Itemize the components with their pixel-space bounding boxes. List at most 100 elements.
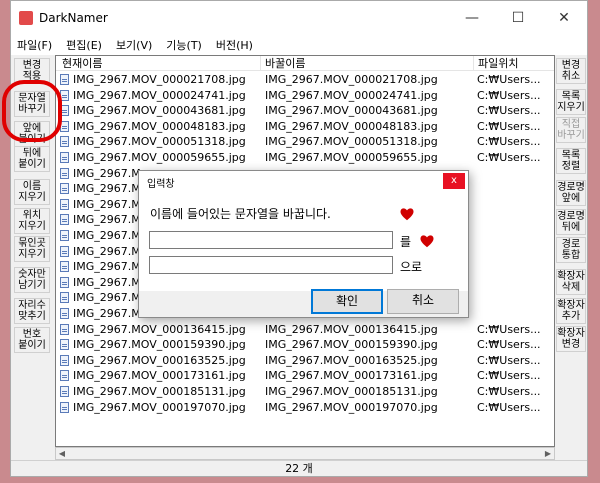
cell-new-name: IMG_2967.MOV_000043681.jpg xyxy=(265,104,438,118)
cell-current-name: IMG_2967.MOV_000059655.jpg xyxy=(60,150,260,165)
table-row[interactable]: IMG_2967.MOV_000163525.jpg IMG_2967.MOV_0… xyxy=(56,353,554,369)
cell-path: C:₩Users... xyxy=(477,104,541,118)
cell-current-name: IMG_2967.MOV_000197070.jpg xyxy=(60,400,260,415)
file-icon xyxy=(60,214,69,226)
left-tool-panel: 변경 적용문자열 바꾸기앞에 붙이기 뒤에 붙이기이름 지우기위치 지우기 묶인곳 … xyxy=(11,55,53,447)
cell-path: C:₩Users... xyxy=(477,119,541,133)
table-row[interactable]: IMG_2967.MOV_000059655.jpg IMG_2967.MOV_0… xyxy=(56,150,554,166)
current-name-text: IMG_2967.MOV_000163525.jpg xyxy=(73,353,246,367)
menu-version[interactable]: 버전(H) xyxy=(216,37,253,53)
current-name-text: IMG_2967.MOV_000136415.jpg xyxy=(73,322,246,336)
left-button-4[interactable]: 이름 지우기 xyxy=(14,179,50,205)
right-button-6[interactable]: 경로 통합 xyxy=(556,237,586,263)
title-bar[interactable]: DarkNamer — ☐ ✕ xyxy=(11,1,587,35)
file-icon xyxy=(60,292,69,304)
current-name-text: IMG_2967.M xyxy=(73,166,141,180)
table-row[interactable]: IMG_2967.MOV_000173161.jpg IMG_2967.MOV_0… xyxy=(56,368,554,384)
cell-path: C:₩Users... xyxy=(477,73,541,86)
current-name-text: IMG_2967.M xyxy=(73,275,141,289)
right-button-0[interactable]: 변경 취소 xyxy=(556,58,586,84)
dialog-close-button[interactable]: x xyxy=(443,173,465,189)
file-icon xyxy=(60,230,69,241)
table-row[interactable]: IMG_2967.MOV_000021708.jpg IMG_2967.MOV_0… xyxy=(56,72,554,88)
find-text-input[interactable] xyxy=(149,231,393,249)
right-button-3[interactable]: 목록 정렬 xyxy=(556,148,586,174)
list-header: 현재이름 바꿀이름 파일위치 xyxy=(56,56,554,71)
left-button-1[interactable]: 문자열 바꾸기 xyxy=(14,91,50,117)
table-row[interactable]: IMG_2967.MOV_000043681.jpg IMG_2967.MOV_0… xyxy=(56,103,554,119)
cell-new-name: IMG_2967.MOV_000059655.jpg xyxy=(265,151,438,164)
app-icon xyxy=(19,11,33,25)
current-name-text: IMG_2967.MOV_000197070.jpg xyxy=(73,400,246,414)
column-header-path[interactable]: 파일위치 xyxy=(474,56,554,71)
ok-button[interactable]: 확인 xyxy=(311,289,383,314)
left-button-7[interactable]: 숫자만 남기기 xyxy=(14,267,50,293)
right-tool-panel: 변경 취소목록 지우기 직접 바꾸기목록 정렬경로명 앞에경로명 뒤에 경로 통합확… xyxy=(556,55,588,447)
input-dialog: 입력창 x 이름에 들어있는 문자열을 바꿉니다. 를 으로 확인 취소 xyxy=(138,170,469,318)
cell-current-name: IMG_2967.MOV_000051318.jpg xyxy=(60,134,260,149)
table-row[interactable]: IMG_2967.MOV_000197070.jpg IMG_2967.MOV_0… xyxy=(56,400,554,416)
menu-view[interactable]: 보기(V) xyxy=(116,37,152,53)
dialog-body: 이름에 들어있는 문자열을 바꿉니다. 를 으로 xyxy=(139,191,468,291)
cancel-button[interactable]: 취소 xyxy=(387,289,459,314)
column-header-current[interactable]: 현재이름 xyxy=(56,56,261,71)
table-row[interactable]: IMG_2967.MOV_000051318.jpg IMG_2967.MOV_0… xyxy=(56,134,554,150)
dialog-title-bar[interactable]: 입력창 x xyxy=(139,171,468,191)
current-name-text: IMG_2967.MOV_000173161.jpg xyxy=(73,369,246,383)
right-button-7[interactable]: 확장자 삭제 xyxy=(556,269,586,295)
file-icon xyxy=(60,167,69,179)
cell-path: C:₩Users... xyxy=(477,88,541,102)
cell-current-name: IMG_2967.MOV_000021708.jpg xyxy=(60,72,260,87)
file-icon xyxy=(60,120,69,132)
left-button-5[interactable]: 위치 지우기 xyxy=(14,208,50,234)
menu-file[interactable]: 파일(F) xyxy=(17,37,52,53)
right-button-2[interactable]: 직접 바꾸기 xyxy=(556,117,586,143)
cell-new-name: IMG_2967.MOV_000159390.jpg xyxy=(265,338,438,352)
left-button-8[interactable]: 자리수 맞추기 xyxy=(14,298,50,324)
replace-text-input[interactable] xyxy=(149,256,393,274)
table-row[interactable]: IMG_2967.MOV_000048183.jpg IMG_2967.MOV_0… xyxy=(56,119,554,135)
horizontal-scrollbar[interactable]: ◀ ▶ xyxy=(55,447,555,460)
cell-new-name: IMG_2967.MOV_000173161.jpg xyxy=(265,369,438,383)
scroll-right-arrow-icon[interactable]: ▶ xyxy=(543,449,553,459)
cell-new-name: IMG_2967.MOV_000185131.jpg xyxy=(265,385,438,398)
right-button-1[interactable]: 목록 지우기 xyxy=(556,89,586,115)
right-button-4[interactable]: 경로명 앞에 xyxy=(556,180,586,206)
file-icon xyxy=(60,245,69,257)
maximize-button[interactable]: ☐ xyxy=(495,1,541,35)
current-name-text: IMG_2967.MOV_000021708.jpg xyxy=(73,73,246,86)
right-button-8[interactable]: 확장자 추가 xyxy=(556,298,586,324)
replace-suffix-label: 으로 xyxy=(400,260,423,274)
table-row[interactable]: IMG_2967.MOV_000024741.jpg IMG_2967.MOV_0… xyxy=(56,88,554,104)
minimize-button[interactable]: — xyxy=(449,1,495,35)
current-name-text: IMG_2967.MOV_000159390.jpg xyxy=(73,338,246,352)
table-row[interactable]: IMG_2967.MOV_000159390.jpg IMG_2967.MOV_0… xyxy=(56,337,554,353)
right-button-5[interactable]: 경로명 뒤에 xyxy=(556,209,586,235)
left-button-6[interactable]: 묶인곳 지우기 xyxy=(14,236,50,262)
current-name-text: IMG_2967.M xyxy=(73,291,141,305)
file-icon xyxy=(60,105,69,117)
current-name-text: IMG_2967.MOV_000043681.jpg xyxy=(73,104,246,118)
cell-path: C:₩Users... xyxy=(477,338,541,352)
left-button-3[interactable]: 뒤에 붙이기 xyxy=(14,146,50,172)
current-name-text: IMG_2967.M xyxy=(73,229,141,242)
background-right xyxy=(588,0,600,483)
file-icon xyxy=(60,74,69,85)
left-button-9[interactable]: 번호 붙이기 xyxy=(14,327,50,353)
left-button-0[interactable]: 변경 적용 xyxy=(14,58,50,84)
column-header-new[interactable]: 바꿀이름 xyxy=(261,56,474,71)
current-name-text: IMG_2967.M xyxy=(73,244,141,258)
menu-tools[interactable]: 기능(T) xyxy=(166,37,202,53)
file-icon xyxy=(60,183,69,195)
find-suffix-label: 를 xyxy=(400,235,412,249)
file-icon xyxy=(60,152,69,163)
dialog-title: 입력창 xyxy=(147,179,175,190)
left-button-2[interactable]: 앞에 붙이기 xyxy=(14,121,50,147)
right-button-9[interactable]: 확장자 변경 xyxy=(556,326,586,352)
scroll-left-arrow-icon[interactable]: ◀ xyxy=(57,449,67,459)
close-button[interactable]: ✕ xyxy=(541,1,587,35)
table-row[interactable]: IMG_2967.MOV_000136415.jpg IMG_2967.MOV_0… xyxy=(56,322,554,338)
cell-new-name: IMG_2967.MOV_000021708.jpg xyxy=(265,73,438,86)
table-row[interactable]: IMG_2967.MOV_000185131.jpg IMG_2967.MOV_0… xyxy=(56,384,554,400)
menu-edit[interactable]: 편집(E) xyxy=(66,37,102,53)
